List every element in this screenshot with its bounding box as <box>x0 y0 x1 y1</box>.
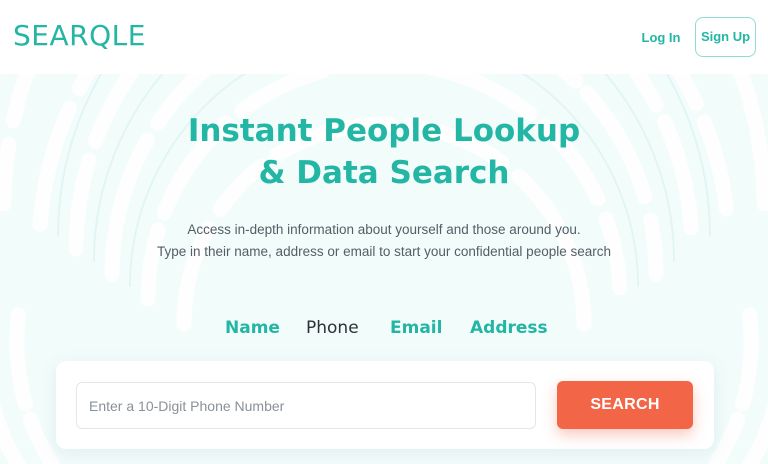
page-subtitle-line-2: Type in their name, address or email to … <box>157 244 611 259</box>
tab-email[interactable]: Email <box>390 315 442 341</box>
search-card: SEARCH <box>56 361 714 449</box>
site-header: SEARQLE Log In Sign Up <box>0 0 768 74</box>
page-title-line-2: & Data Search <box>258 155 510 191</box>
login-link[interactable]: Log In <box>635 26 687 50</box>
page-subtitle-line-1: Access in-depth information about yourse… <box>187 222 581 237</box>
signup-button[interactable]: Sign Up <box>695 17 756 57</box>
search-button[interactable]: SEARCH <box>557 381 693 429</box>
tab-name[interactable]: Name <box>225 315 280 341</box>
tab-address[interactable]: Address <box>470 315 548 341</box>
hero-section: Instant People Lookup & Data Search Acce… <box>0 74 768 464</box>
page-title-line-1: Instant People Lookup <box>187 113 581 149</box>
tab-phone[interactable]: Phone <box>306 315 359 341</box>
page-subtitle: Access in-depth information about yourse… <box>64 219 704 263</box>
site-logo[interactable]: SEARQLE <box>13 18 146 54</box>
phone-search-input[interactable] <box>76 382 536 429</box>
page-title: Instant People Lookup & Data Search <box>84 110 684 194</box>
search-type-tabs: Name Phone Email Address <box>0 315 768 341</box>
